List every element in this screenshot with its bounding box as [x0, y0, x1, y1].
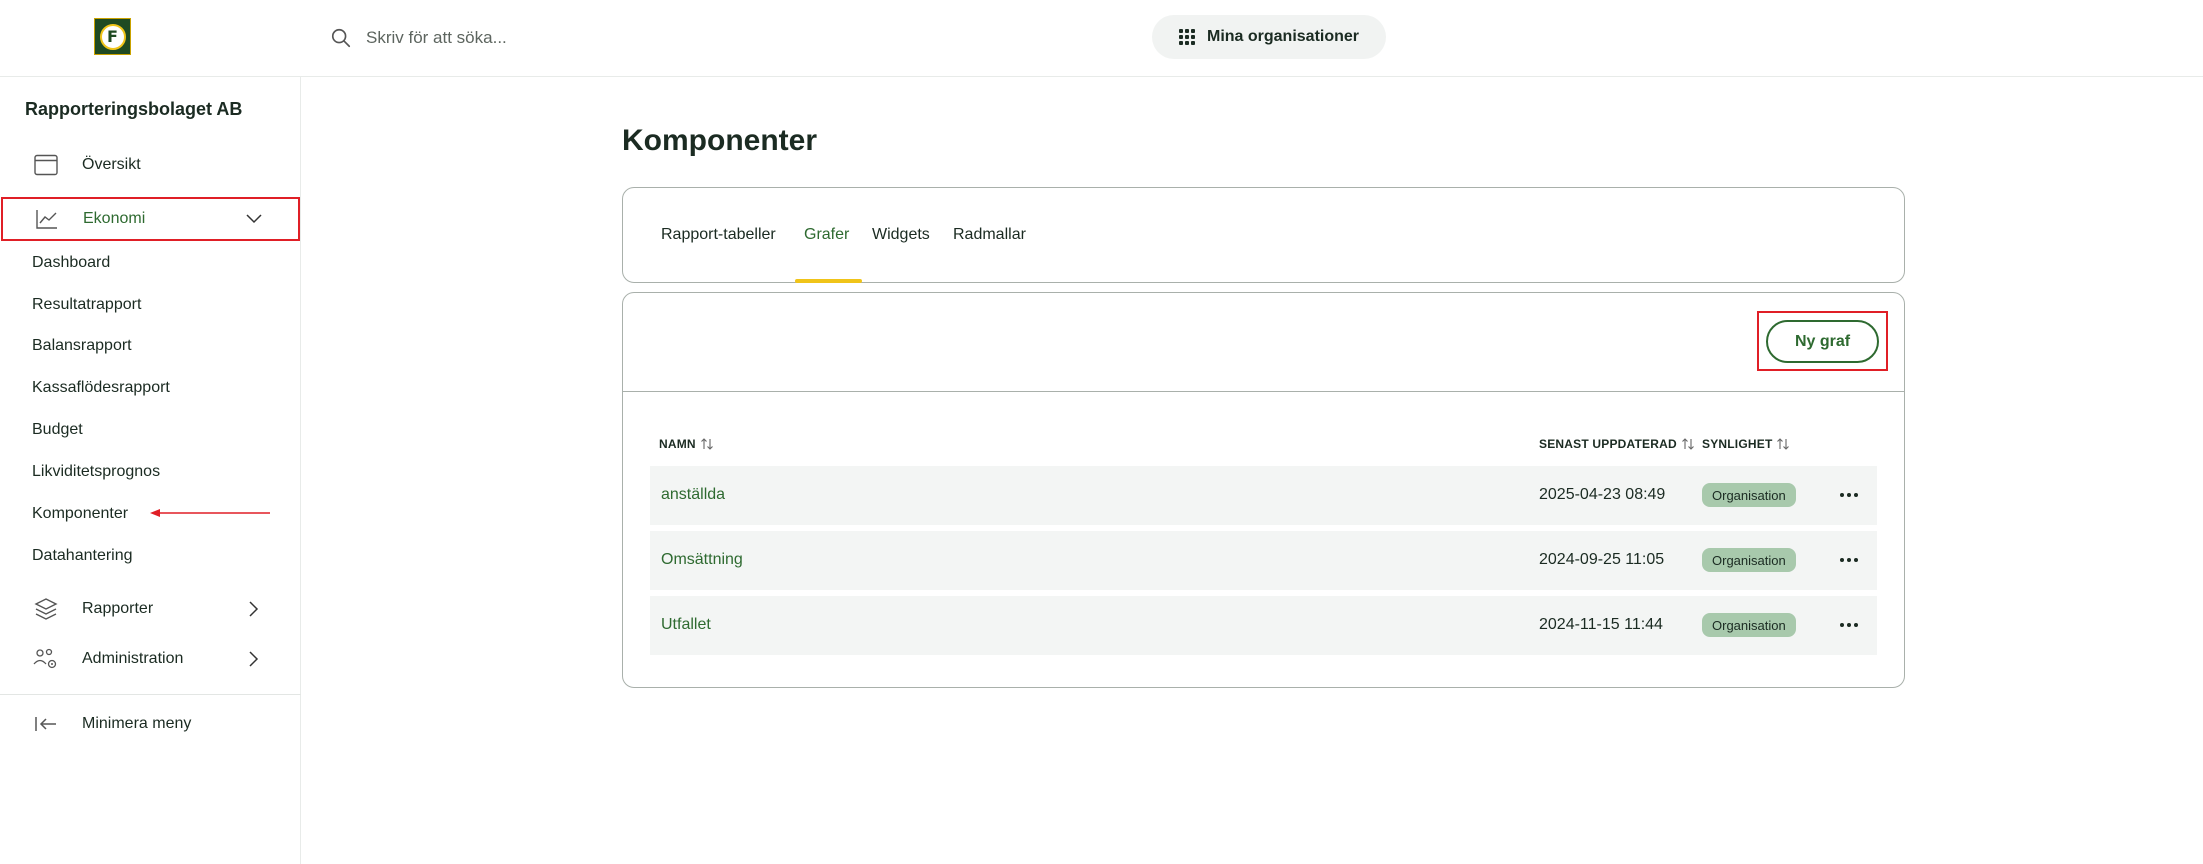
sidebar-item-label: Översikt [82, 156, 141, 173]
table-row[interactable]: Utfallet 2024-11-15 11:44 Organisation [650, 596, 1877, 655]
more-options-icon[interactable] [1840, 618, 1858, 632]
updated-date: 2024-09-25 11:05 [1539, 551, 1665, 568]
tab-grafer[interactable]: Grafer [804, 226, 849, 244]
sidebar-subitem-kassaflodesrapport[interactable]: Kassaflödesrapport [32, 379, 170, 397]
sidebar-item-ekonomi[interactable]: Ekonomi [1, 197, 300, 241]
tab-rapport-tabeller[interactable]: Rapport-tabeller [661, 226, 776, 244]
sidebar-subitem-resultatrapport[interactable]: Resultatrapport [32, 296, 141, 314]
sort-icon [1681, 438, 1694, 450]
visibility-badge: Organisation [1702, 483, 1796, 507]
visibility-badge: Organisation [1702, 548, 1796, 572]
graph-name-link[interactable]: anställda [661, 486, 725, 504]
column-header-updated[interactable]: SENAST UPPDATERAD [1539, 437, 1695, 451]
sidebar-item-label: Rapporter [82, 600, 154, 617]
table-row[interactable]: anställda 2025-04-23 08:49 Organisation [650, 466, 1877, 525]
visibility-badge: Organisation [1702, 613, 1796, 637]
calendar-icon [33, 152, 59, 178]
graph-name-link[interactable]: Utfallet [661, 616, 711, 634]
search-icon [331, 28, 351, 48]
my-organisations-label: Mina organisationer [1206, 28, 1360, 45]
more-options-icon[interactable] [1840, 553, 1858, 567]
new-graph-button[interactable]: Ny graf [1766, 320, 1879, 363]
list-toolbar: Ny graf [623, 293, 1904, 392]
updated-date: 2025-04-23 08:49 [1539, 486, 1666, 503]
sidebar-item-label: Administration [82, 650, 184, 667]
table-row[interactable]: Omsättning 2024-09-25 11:05 Organisation [650, 531, 1877, 590]
chevron-down-icon [246, 214, 262, 224]
tab-radmallar[interactable]: Radmallar [953, 226, 1026, 244]
logo-icon: F [99, 23, 126, 50]
sidebar-divider [0, 694, 301, 695]
company-name: Rapporteringsbolaget AB [25, 99, 243, 119]
minimize-menu-label: Minimera meny [82, 715, 192, 732]
sidebar-subitem-balansrapport[interactable]: Balansrapport [32, 337, 132, 355]
sort-icon [700, 438, 713, 450]
sort-icon [1777, 438, 1790, 450]
annotation-arrow [150, 509, 270, 517]
graphs-list-card: Ny graf NAMN SENAST UPPDATERAD SYNLIGHET… [622, 292, 1905, 688]
grid-icon [1178, 29, 1195, 45]
sidebar-item-rapporter[interactable]: Rapporter [0, 587, 301, 631]
tabs-card: Rapport-tabeller Grafer Widgets Radmalla… [622, 187, 1905, 283]
column-header-name[interactable]: NAMN [659, 437, 714, 451]
chart-line-icon [34, 206, 60, 232]
collapse-left-icon [33, 711, 59, 737]
sidebar: Rapporteringsbolaget AB Översikt Ekonomi… [0, 77, 301, 864]
tab-widgets[interactable]: Widgets [872, 226, 930, 244]
active-tab-indicator [795, 279, 862, 283]
sidebar-subitem-komponenter[interactable]: Komponenter [32, 505, 128, 523]
more-options-icon[interactable] [1840, 488, 1858, 502]
updated-date: 2024-11-15 11:44 [1539, 616, 1663, 633]
sidebar-item-oversikt[interactable]: Översikt [0, 143, 301, 187]
minimize-menu-button[interactable]: Minimera meny [0, 702, 301, 746]
column-header-visibility[interactable]: SYNLIGHET [1702, 437, 1790, 451]
chevron-right-icon [249, 651, 259, 667]
top-bar: F Mina organisationer [0, 0, 2203, 77]
search-input[interactable] [366, 28, 706, 48]
users-gear-icon [33, 646, 59, 672]
sidebar-subitem-likviditetsprognos[interactable]: Likviditetsprognos [32, 463, 160, 481]
sidebar-item-label: Ekonomi [83, 210, 146, 227]
graph-name-link[interactable]: Omsättning [661, 551, 743, 569]
page-title: Komponenter [622, 124, 817, 157]
sidebar-subitem-dashboard[interactable]: Dashboard [32, 254, 110, 272]
my-organisations-button[interactable]: Mina organisationer [1152, 15, 1386, 59]
chevron-right-icon [249, 601, 259, 617]
sidebar-subitem-datahantering[interactable]: Datahantering [32, 547, 133, 565]
logo[interactable]: F [94, 18, 131, 55]
search-bar [330, 22, 730, 54]
sidebar-subitem-budget[interactable]: Budget [32, 421, 83, 439]
layers-icon [33, 596, 59, 622]
sidebar-item-administration[interactable]: Administration [0, 637, 301, 681]
